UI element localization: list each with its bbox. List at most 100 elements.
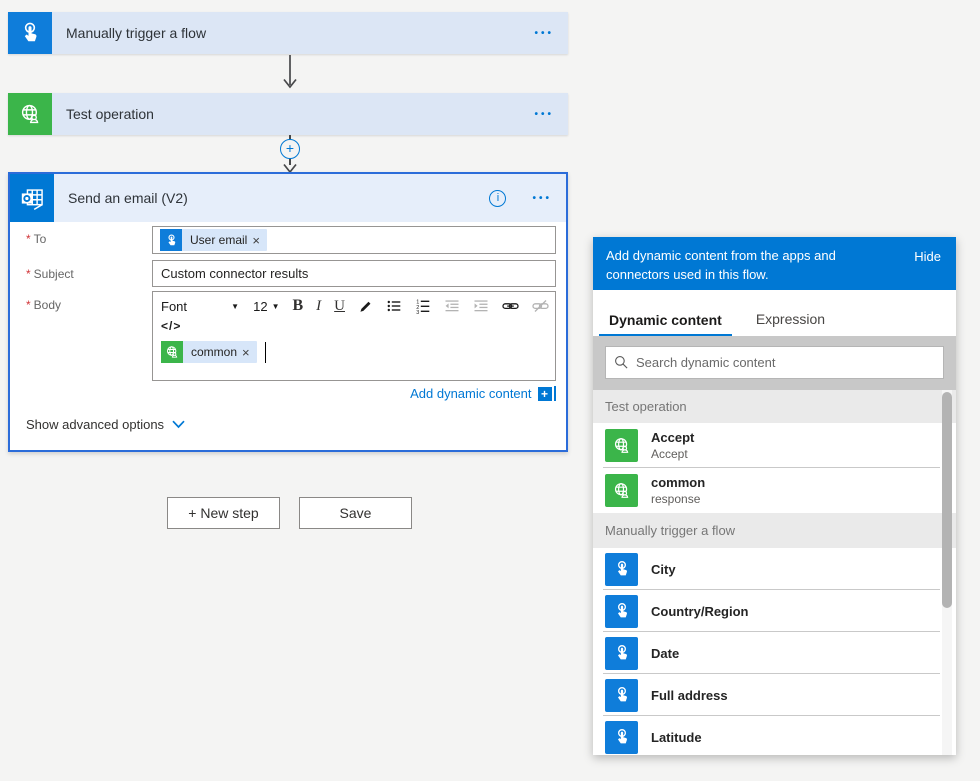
font-size-value: 12	[253, 298, 268, 314]
insert-step-plus-icon[interactable]: +	[280, 139, 300, 159]
item-title: common	[651, 475, 706, 490]
arrow-down-icon	[283, 55, 297, 89]
code-view-toggle[interactable]: </>	[153, 318, 555, 333]
item-title: Accept	[651, 430, 695, 445]
dynamic-content-list: Test operation Accept Accept common resp…	[593, 390, 956, 755]
bullet-list-icon[interactable]	[386, 297, 402, 315]
test-operation-card[interactable]: Test operation •••	[8, 93, 568, 135]
chevron-down-icon: ▼	[271, 301, 280, 311]
item-subtitle: response	[651, 492, 701, 506]
panel-scrollbar-thumb[interactable]	[942, 392, 952, 608]
send-email-card-menu-icon[interactable]: •••	[532, 193, 566, 204]
list-item-common[interactable]: common response	[593, 468, 956, 513]
search-box[interactable]	[605, 346, 944, 379]
item-title: Latitude	[651, 729, 702, 745]
list-item-country-region[interactable]: Country/Region	[593, 590, 956, 632]
body-label: * Body	[26, 298, 62, 312]
show-advanced-options-toggle[interactable]: Show advanced options	[26, 417, 185, 432]
font-family-dropdown[interactable]: Font ▼	[161, 299, 239, 314]
outlook-icon	[10, 174, 54, 222]
subject-input[interactable]	[153, 261, 555, 286]
manual-trigger-icon	[160, 229, 182, 251]
custom-connector-icon	[8, 93, 52, 135]
list-item-date[interactable]: Date	[593, 632, 956, 674]
manual-trigger-icon	[605, 552, 638, 586]
item-title: Country/Region	[651, 603, 749, 619]
search-band	[593, 336, 956, 390]
item-title: Full address	[651, 687, 728, 703]
trigger-card-menu-icon[interactable]: •••	[534, 28, 568, 39]
to-token-pill[interactable]: User email ×	[160, 229, 267, 251]
test-operation-card-title: Test operation	[66, 106, 154, 122]
required-mark: *	[26, 298, 31, 312]
list-item-city[interactable]: City	[593, 548, 956, 590]
manual-trigger-icon	[605, 594, 638, 628]
to-field[interactable]: User email ×	[152, 226, 556, 254]
info-icon[interactable]: i	[489, 189, 507, 207]
custom-connector-icon	[605, 429, 638, 462]
tab-expression[interactable]: Expression	[746, 311, 835, 336]
item-title: City	[651, 561, 676, 577]
numbered-list-icon[interactable]: 123	[415, 297, 431, 315]
add-dynamic-content-link[interactable]: Add dynamic content +	[410, 386, 556, 401]
chevron-down-icon	[172, 420, 185, 429]
panel-header-text: Add dynamic content from the apps and co…	[606, 248, 836, 282]
list-item-full-address[interactable]: Full address	[593, 674, 956, 716]
outdent-icon[interactable]	[444, 297, 460, 315]
to-label: * To	[26, 232, 47, 246]
tab-dynamic-content[interactable]: Dynamic content	[599, 312, 732, 336]
svg-text:3: 3	[416, 310, 419, 314]
bold-button[interactable]: B	[292, 297, 303, 315]
body-editor[interactable]: common ×	[153, 333, 555, 363]
list-item-accept[interactable]: Accept Accept	[593, 423, 956, 468]
italic-button[interactable]: I	[316, 297, 321, 315]
send-email-card-header[interactable]: Send an email (V2) i •••	[10, 174, 566, 222]
chevron-down-icon: ▼	[231, 301, 240, 311]
manual-trigger-icon	[605, 636, 638, 670]
remove-token-icon[interactable]: ×	[252, 233, 267, 248]
test-operation-card-menu-icon[interactable]: •••	[534, 109, 568, 120]
section-header-test-operation: Test operation	[593, 390, 956, 423]
body-token-label: common	[191, 345, 238, 359]
item-subtitle: Accept	[651, 447, 688, 461]
trigger-card[interactable]: Manually trigger a flow •••	[8, 12, 568, 54]
remove-token-icon[interactable]: ×	[242, 345, 257, 360]
item-title: Date	[651, 645, 680, 661]
dynamic-content-panel: Add dynamic content from the apps and co…	[593, 237, 956, 755]
subject-label: * Subject	[26, 267, 74, 281]
send-email-card[interactable]: Send an email (V2) i ••• * To User email …	[8, 172, 568, 452]
manual-trigger-icon	[8, 12, 52, 54]
list-item-latitude[interactable]: Latitude	[593, 716, 956, 755]
rich-text-toolbar: Font ▼ 12 ▼ B I U 123	[153, 292, 555, 318]
font-family-value: Font	[161, 298, 188, 314]
add-dynamic-content-label: Add dynamic content	[410, 386, 532, 401]
indent-icon[interactable]	[473, 297, 489, 315]
to-token-label: User email	[190, 233, 248, 247]
new-step-button[interactable]: + New step	[167, 497, 280, 529]
add-dynamic-content-bar	[553, 386, 556, 401]
show-advanced-options-label: Show advanced options	[26, 417, 165, 432]
highlight-pen-icon[interactable]	[358, 297, 373, 315]
body-token-pill[interactable]: common ×	[161, 341, 257, 363]
trigger-card-title: Manually trigger a flow	[66, 25, 207, 41]
panel-header: Add dynamic content from the apps and co…	[593, 237, 956, 290]
underline-button[interactable]: U	[334, 297, 345, 315]
save-button[interactable]: Save	[299, 497, 412, 529]
send-email-card-title: Send an email (V2)	[68, 190, 188, 206]
font-size-dropdown[interactable]: 12 ▼	[253, 299, 279, 314]
custom-connector-icon	[161, 341, 183, 363]
hide-button[interactable]: Hide	[914, 248, 941, 267]
body-field[interactable]: Font ▼ 12 ▼ B I U 123 </> common ×	[152, 291, 556, 381]
manual-trigger-icon	[605, 678, 638, 712]
subject-field[interactable]	[152, 260, 556, 287]
unlink-icon[interactable]	[532, 297, 549, 315]
required-mark: *	[26, 232, 31, 246]
text-cursor	[264, 341, 267, 363]
search-input[interactable]	[636, 355, 935, 370]
required-mark: *	[26, 267, 31, 281]
section-header-manually-trigger: Manually trigger a flow	[593, 513, 956, 548]
add-dynamic-content-plus-icon: +	[537, 386, 552, 401]
search-icon	[615, 356, 628, 369]
custom-connector-icon	[605, 474, 638, 507]
link-icon[interactable]	[502, 297, 519, 315]
